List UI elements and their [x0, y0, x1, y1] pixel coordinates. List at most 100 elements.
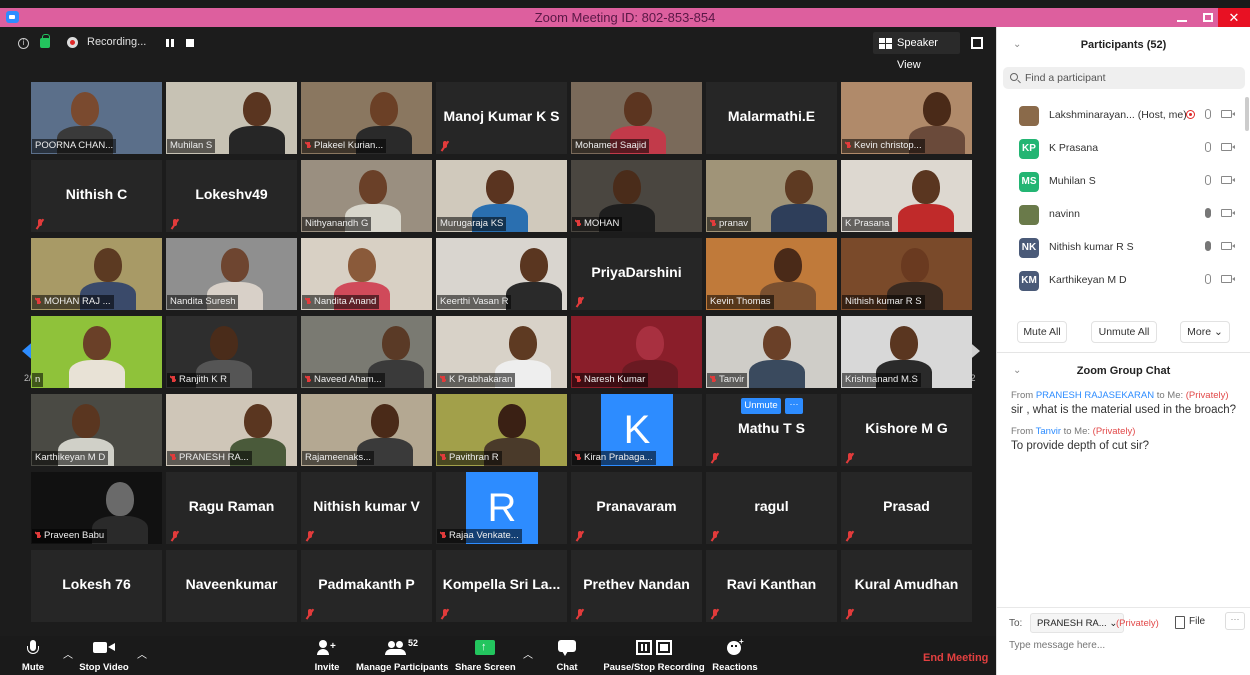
microphone-icon[interactable] — [1205, 109, 1211, 119]
video-tile[interactable]: Mathu T S Unmute ··· — [706, 394, 837, 466]
participant-row[interactable]: MS Muhilan S — [997, 165, 1250, 198]
video-tile[interactable]: Ravi Kanthan — [706, 550, 837, 622]
speaker-view-button[interactable]: Speaker View — [873, 32, 960, 71]
audio-options-caret-icon[interactable]: ︿ — [63, 646, 73, 661]
video-tile[interactable]: Nithish kumar V — [301, 472, 432, 544]
video-tile[interactable]: ragul — [706, 472, 837, 544]
microphone-icon[interactable] — [1205, 142, 1211, 152]
muted-mic-icon — [171, 219, 179, 229]
video-tile[interactable]: Pavithran R — [436, 394, 567, 466]
manage-participants-button[interactable]: 52 Manage Participants — [356, 638, 448, 673]
video-tile[interactable]: POORNA CHAN... — [31, 82, 162, 154]
video-tile[interactable]: Kural Amudhan — [841, 550, 972, 622]
video-camera-icon[interactable] — [1221, 275, 1235, 283]
video-tile[interactable]: Manoj Kumar K S — [436, 82, 567, 154]
video-tile[interactable]: R Rajaa Venkate... — [436, 472, 567, 544]
fullscreen-icon[interactable] — [971, 37, 983, 49]
video-tile[interactable]: Keerthi Vasan R — [436, 238, 567, 310]
minimize-button[interactable] — [1168, 8, 1196, 27]
invite-button[interactable]: + Invite — [313, 638, 341, 673]
lock-icon[interactable] — [40, 34, 50, 48]
video-tile[interactable]: Ranjith K R — [166, 316, 297, 388]
video-tile[interactable]: Nithish C — [31, 160, 162, 232]
recipient-select[interactable]: PRANESH RA... ⌄ — [1030, 613, 1125, 633]
video-tile[interactable]: PRANESH RA... — [166, 394, 297, 466]
video-tile[interactable]: Ragu Raman — [166, 472, 297, 544]
more-options-button[interactable]: More ⌄ — [1180, 321, 1230, 343]
microphone-icon[interactable] — [1205, 208, 1211, 218]
video-tile[interactable]: n — [31, 316, 162, 388]
video-tile[interactable]: K Prabhakaran — [436, 316, 567, 388]
video-tile[interactable]: MOHAN — [571, 160, 702, 232]
video-tile[interactable]: Karthikeyan M D — [31, 394, 162, 466]
info-icon[interactable]: i — [18, 38, 29, 49]
participant-row[interactable]: Lakshminarayan... (Host, me) — [997, 99, 1250, 132]
video-tile[interactable]: Prethev Nandan — [571, 550, 702, 622]
video-tile[interactable]: Naveenkumar — [166, 550, 297, 622]
video-tile[interactable]: Murugaraja KS — [436, 160, 567, 232]
sender-name[interactable]: Tanvir — [1036, 426, 1061, 437]
chat-button[interactable]: Chat — [555, 638, 579, 673]
video-camera-icon[interactable] — [1221, 209, 1235, 217]
share-options-caret-icon[interactable]: ︿ — [523, 646, 533, 661]
sender-name[interactable]: PRANESH RAJASEKARAN — [1036, 390, 1154, 401]
participant-row[interactable]: KM Karthikeyan M D — [997, 264, 1250, 297]
end-meeting-button[interactable]: End Meeting — [923, 652, 988, 664]
chat-more-icon[interactable]: ··· — [1225, 612, 1245, 630]
video-camera-icon[interactable] — [1221, 143, 1235, 151]
mute-all-button[interactable]: Mute All — [1017, 321, 1067, 343]
share-screen-button[interactable]: ↑ Share Screen — [455, 638, 516, 673]
video-tile[interactable]: Nandita Anand — [301, 238, 432, 310]
video-tile[interactable]: Lokeshv49 — [166, 160, 297, 232]
more-options-icon[interactable]: ··· — [785, 398, 803, 414]
video-tile[interactable]: Praveen Babu — [31, 472, 162, 544]
video-tile[interactable]: Kevin christop... — [841, 82, 972, 154]
video-tile[interactable]: Krishnanand M.S — [841, 316, 972, 388]
video-tile[interactable]: Kompella Sri La... — [436, 550, 567, 622]
video-tile[interactable]: Pranavaram — [571, 472, 702, 544]
video-tile[interactable]: Plakeel Kurian... — [301, 82, 432, 154]
video-tile[interactable]: Rajameenaks... — [301, 394, 432, 466]
video-tile[interactable]: PriyaDarshini — [571, 238, 702, 310]
mute-button[interactable]: Mute — [18, 638, 48, 673]
participant-search-input[interactable]: Find a participant — [1003, 67, 1245, 89]
pause-recording-icon[interactable] — [166, 39, 174, 47]
unmute-all-button[interactable]: Unmute All — [1091, 321, 1157, 343]
microphone-icon[interactable] — [1205, 274, 1211, 284]
video-options-caret-icon[interactable]: ︿ — [137, 646, 147, 661]
close-button[interactable]: ✕ — [1218, 8, 1250, 27]
video-tile[interactable]: Mohamed Saajid — [571, 82, 702, 154]
microphone-icon[interactable] — [1205, 241, 1211, 251]
video-tile[interactable]: Naresh Kumar — [571, 316, 702, 388]
participant-row[interactable]: navinn — [997, 198, 1250, 231]
video-tile[interactable]: Nithyanandh G — [301, 160, 432, 232]
chat-message-input[interactable] — [1009, 640, 1239, 651]
video-tile[interactable]: Muhilan S — [166, 82, 297, 154]
pause-stop-recording-button[interactable]: Pause/Stop Recording — [603, 638, 705, 673]
video-tile[interactable]: K Prasana — [841, 160, 972, 232]
video-tile[interactable]: Lokesh 76 — [31, 550, 162, 622]
video-tile[interactable]: Kevin Thomas — [706, 238, 837, 310]
reactions-button[interactable]: + Reactions — [712, 637, 758, 673]
video-tile[interactable]: Padmakanth P — [301, 550, 432, 622]
video-tile[interactable]: Malarmathi.E — [706, 82, 837, 154]
video-tile[interactable]: pranav — [706, 160, 837, 232]
video-tile[interactable]: Nandita Suresh — [166, 238, 297, 310]
participant-row[interactable]: KP K Prasana — [997, 132, 1250, 165]
microphone-icon[interactable] — [1205, 175, 1211, 185]
file-button[interactable]: File — [1173, 616, 1205, 629]
video-tile[interactable]: K Kiran Prabaga... — [571, 394, 702, 466]
video-tile[interactable]: Kishore M G — [841, 394, 972, 466]
video-camera-icon[interactable] — [1221, 176, 1235, 184]
stop-video-button[interactable]: Stop Video — [78, 638, 130, 673]
stop-recording-icon[interactable] — [186, 39, 194, 47]
video-tile[interactable]: Prasad — [841, 472, 972, 544]
unmute-participant-button[interactable]: Unmute — [741, 398, 781, 414]
video-tile[interactable]: Naveed Aham... — [301, 316, 432, 388]
video-tile[interactable]: MOHAN RAJ ... — [31, 238, 162, 310]
video-tile[interactable]: Tanvir — [706, 316, 837, 388]
video-camera-icon[interactable] — [1221, 242, 1235, 250]
participant-row[interactable]: NK Nithish kumar R S — [997, 231, 1250, 264]
video-tile[interactable]: Nithish kumar R S — [841, 238, 972, 310]
video-camera-icon[interactable] — [1221, 110, 1235, 118]
